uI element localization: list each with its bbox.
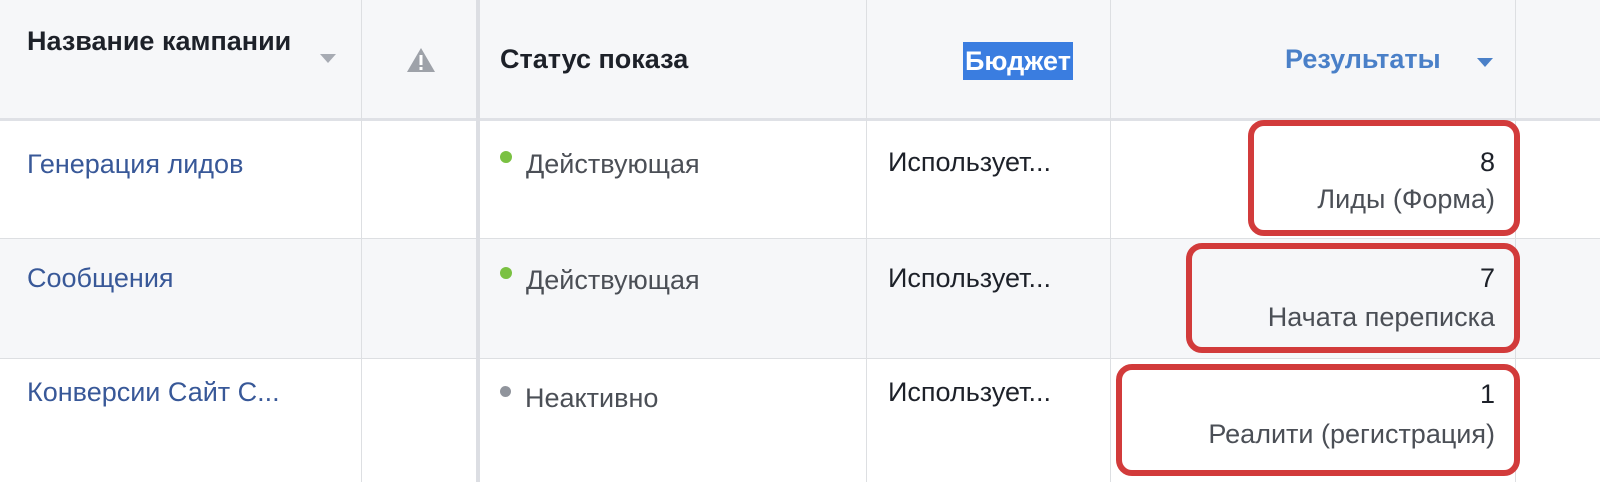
column-divider — [1110, 0, 1111, 482]
status-text: Действующая — [526, 149, 700, 179]
row-divider — [0, 238, 1600, 239]
caret-down-icon[interactable] — [318, 50, 338, 66]
budget-value: Использует... — [888, 377, 1052, 407]
status-text: Действующая — [526, 265, 700, 295]
results-highlight-box — [1186, 243, 1520, 353]
results-highlight-box — [1116, 364, 1520, 476]
campaigns-table: Название кампании Статус показа Бюджет Р… — [0, 0, 1600, 482]
results-highlight-box — [1248, 120, 1520, 236]
row-divider — [0, 358, 1600, 359]
campaign-name-link[interactable]: Конверсии Сайт С... — [27, 377, 280, 408]
delivery-status: Действующая — [500, 149, 700, 180]
status-text: Неактивно — [525, 383, 659, 413]
column-divider — [476, 0, 480, 482]
campaign-name-link[interactable]: Генерация лидов — [27, 149, 243, 180]
status-dot-icon — [500, 267, 512, 279]
caret-down-icon[interactable] — [1476, 56, 1494, 68]
column-header-delivery-status[interactable]: Статус показа — [500, 44, 688, 75]
column-header-budget[interactable]: Бюджет — [963, 42, 1073, 80]
delivery-status: Действующая — [500, 265, 700, 296]
warning-triangle-icon — [405, 46, 437, 74]
column-divider — [361, 0, 362, 482]
table-header: Название кампании Статус показа Бюджет Р… — [0, 0, 1600, 121]
status-dot-icon — [500, 151, 512, 163]
delivery-status: Неактивно — [500, 383, 658, 414]
budget-value: Использует... — [888, 263, 1052, 293]
column-header-results[interactable]: Результаты — [1285, 44, 1441, 75]
campaign-name-link[interactable]: Сообщения — [27, 263, 174, 294]
column-header-campaign-name[interactable]: Название кампании — [27, 22, 317, 60]
status-dot-icon — [500, 386, 511, 397]
budget-value: Использует... — [888, 147, 1052, 177]
column-divider — [866, 0, 867, 482]
